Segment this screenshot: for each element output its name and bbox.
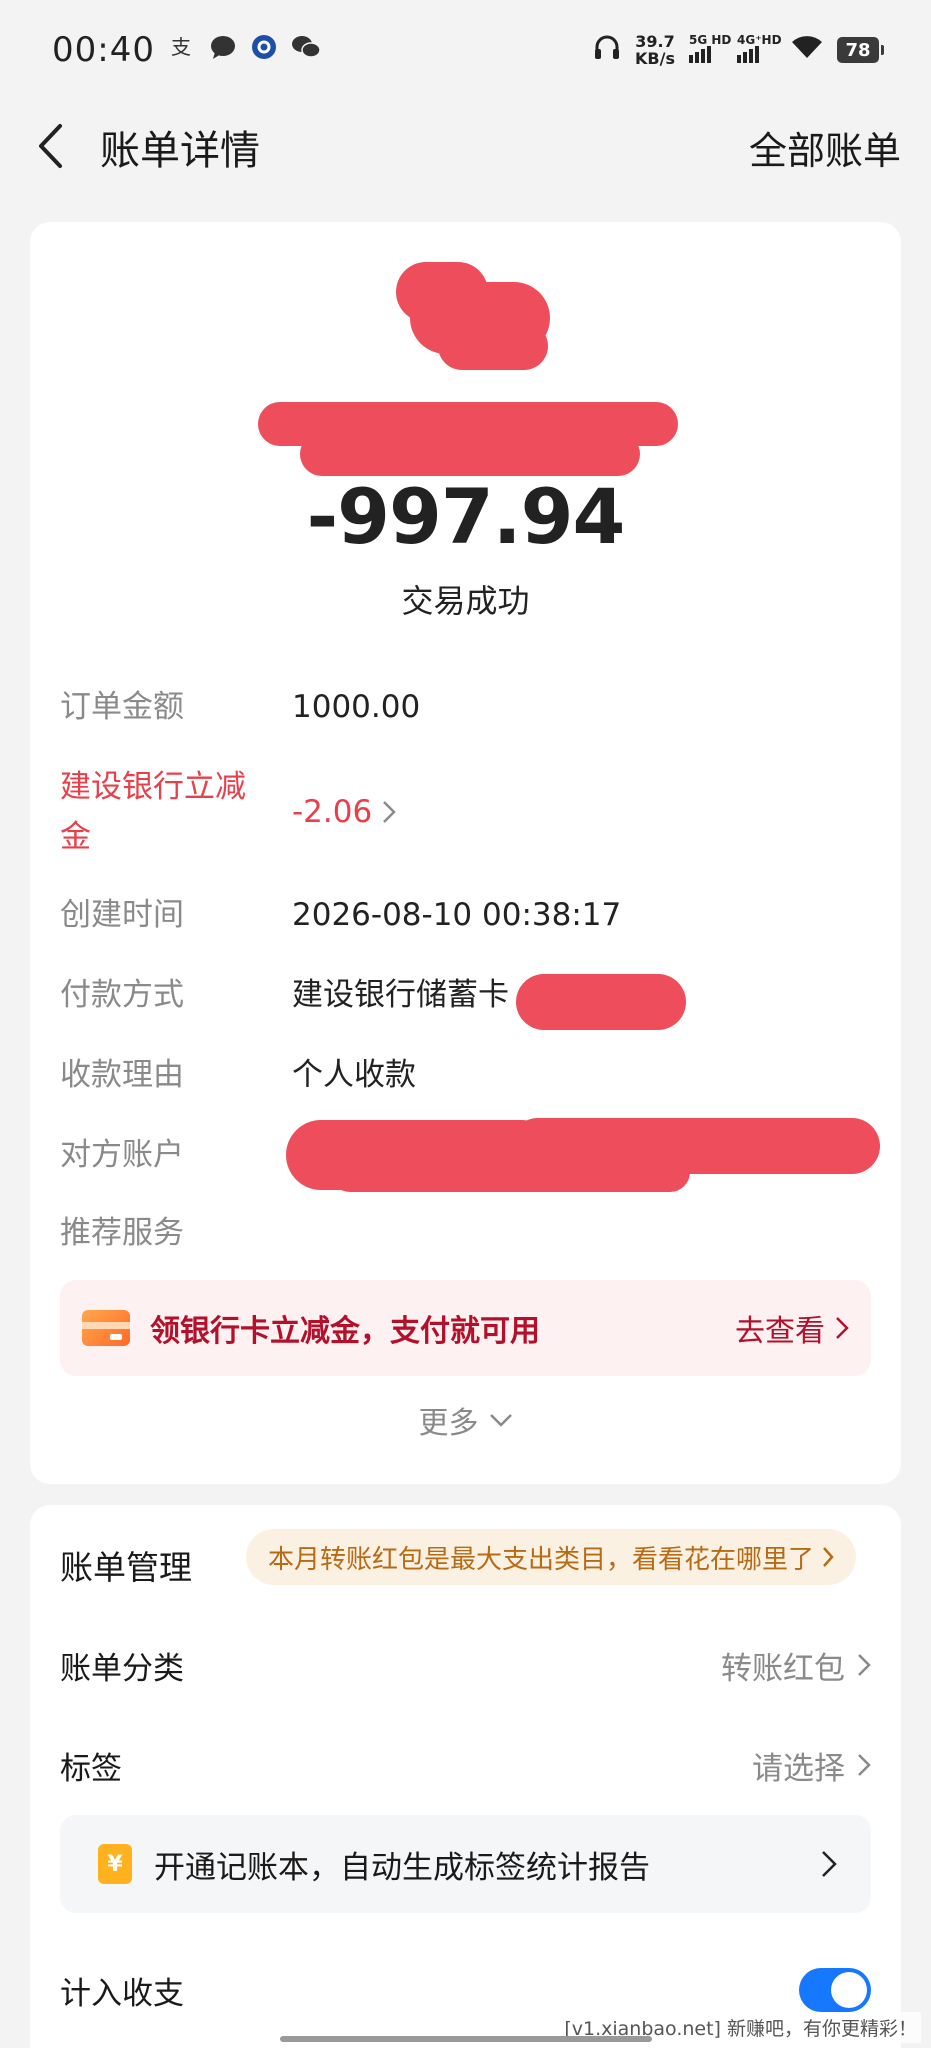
back-arrow-icon[interactable]: [30, 122, 70, 170]
home-indicator[interactable]: [280, 2036, 652, 2042]
detail-label: 对方账户: [60, 1137, 184, 1173]
bill-category-row[interactable]: 账单分类 转账红包: [60, 1635, 871, 1695]
app-icon: [251, 34, 277, 66]
tag-value: 请选择: [752, 1743, 871, 1788]
detail-value: 个人收款: [292, 1057, 416, 1093]
include-income-label: 计入收支: [60, 1975, 184, 2012]
message-icon: [209, 34, 237, 66]
chevron-right-icon: [822, 1851, 837, 1877]
all-bills-link[interactable]: 全部账单: [749, 120, 901, 175]
tag-label: 标签: [60, 1750, 122, 1787]
chevron-down-icon: [489, 1414, 512, 1427]
chevron-right-icon: [383, 801, 396, 823]
bill-detail-card: -997.94 交易成功 订单金额 1000.00 建设银行立减金 -2.06 …: [30, 222, 901, 1484]
detail-row-payment-method: 付款方式 建设银行储蓄卡: [60, 970, 871, 1020]
redacted-card-number: [516, 974, 686, 1030]
page-title: 账单详情: [100, 128, 260, 174]
detail-value: 建设银行储蓄卡: [292, 977, 509, 1013]
detail-row-recommend: 推荐服务: [60, 1208, 871, 1258]
include-income-row: 计入收支: [60, 1960, 871, 2020]
detail-row-create-time: 创建时间 2026-08-10 00:38:17: [60, 890, 871, 940]
chevron-right-icon: [836, 1317, 849, 1339]
category-label: 账单分类: [60, 1650, 184, 1687]
detail-value-discount[interactable]: -2.06: [292, 762, 396, 862]
detail-label: 收款理由: [60, 1057, 184, 1093]
detail-label: 付款方式: [60, 977, 184, 1013]
wechat-icon: [291, 34, 321, 66]
account-book-text: 开通记账本，自动生成标签统计报告: [154, 1849, 650, 1886]
detail-row-discount[interactable]: 建设银行立减金 -2.06: [60, 762, 871, 862]
bank-card-icon: [82, 1310, 130, 1346]
svg-text:支: 支: [171, 35, 191, 59]
chevron-right-icon: [858, 1754, 871, 1776]
category-value: 转账红包: [721, 1643, 871, 1688]
yen-icon: ¥: [98, 1844, 132, 1884]
chevron-right-icon: [858, 1654, 871, 1676]
detail-label: 推荐服务: [60, 1215, 184, 1251]
include-income-toggle[interactable]: [799, 1968, 871, 2012]
alipay-icon: 支: [169, 34, 195, 66]
transaction-amount: -997.94: [306, 472, 626, 561]
headphone-icon: [593, 33, 621, 67]
tag-row[interactable]: 标签 请选择: [60, 1735, 871, 1795]
detail-value: 1000.00: [292, 689, 421, 725]
spending-tip-pill[interactable]: 本月转账红包是最大支出类目，看看花在哪里了: [246, 1529, 857, 1585]
detail-row-reason: 收款理由 个人收款: [60, 1050, 871, 1100]
signal-5g-icon: 5G HD: [689, 33, 731, 63]
bank-card-promo-banner[interactable]: 领银行卡立减金，支付就可用 去查看: [60, 1280, 871, 1376]
management-title: 账单管理: [60, 1548, 192, 1587]
nav-header: 账单详情 全部账单: [0, 100, 931, 190]
net-speed: 39.7 KB/s: [635, 32, 675, 68]
detail-label: 订单金额: [60, 689, 184, 725]
signal-4g-icon: 4G⁺HD: [737, 33, 782, 63]
battery-icon: 78: [837, 37, 884, 63]
promo-view-link[interactable]: 去查看: [735, 1306, 849, 1350]
detail-label: 建设银行立减金: [60, 769, 246, 855]
wifi-icon: [791, 34, 823, 66]
status-bar: 00:40 支 39.7 KB/s 5G HD 4G⁺HD 78: [0, 0, 931, 100]
transaction-status: 交易成功: [401, 582, 530, 620]
detail-label: 创建时间: [60, 897, 184, 933]
open-account-book-banner[interactable]: ¥ 开通记账本，自动生成标签统计报告: [60, 1815, 871, 1913]
promo-text: 领银行卡立减金，支付就可用: [150, 1314, 540, 1349]
more-button[interactable]: 更多: [30, 1398, 901, 1442]
status-time: 00:40: [52, 30, 155, 70]
bill-management-card: 账单管理 本月转账红包是最大支出类目，看看花在哪里了 账单分类 转账红包 标签 …: [30, 1505, 901, 2048]
chevron-right-icon: [823, 1547, 834, 1567]
detail-value: 2026-08-10 00:38:17: [292, 897, 622, 933]
detail-row-order-amount: 订单金额 1000.00: [60, 682, 871, 732]
